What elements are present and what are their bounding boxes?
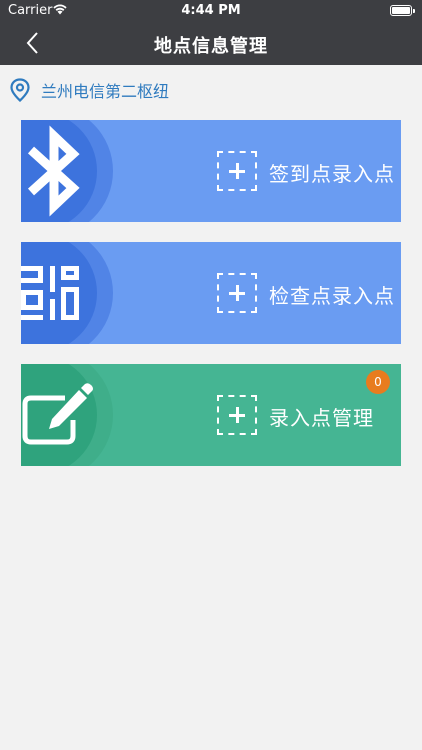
add-icon xyxy=(217,273,257,313)
add-icon xyxy=(217,395,257,435)
sign-in-point-entry-label: 签到点录入点 xyxy=(269,162,395,186)
entry-point-management-label: 录入点管理 xyxy=(269,406,374,430)
page-title: 地点信息管理 xyxy=(154,36,268,57)
navigation-bar: Carrier 4:44 PM 地点信息管理 xyxy=(0,0,422,65)
status-bar: Carrier 4:44 PM xyxy=(0,0,422,22)
edit-icon xyxy=(22,383,93,445)
qr-code-icon xyxy=(21,266,79,320)
location-pin-icon xyxy=(10,78,30,102)
count-badge: 0 xyxy=(366,370,390,394)
location-row: 兰州电信第二枢纽 xyxy=(0,65,422,111)
battery-icon xyxy=(390,5,415,16)
sign-in-point-entry-card[interactable]: 签到点录入点 xyxy=(21,120,401,222)
location-name: 兰州电信第二枢纽 xyxy=(41,82,170,101)
check-point-entry-card[interactable]: 检查点录入点 xyxy=(21,242,401,344)
status-time: 4:44 PM xyxy=(181,3,241,18)
entry-point-management-card[interactable]: 录入点管理 xyxy=(21,364,401,466)
bluetooth-icon xyxy=(27,125,80,217)
check-point-entry-label: 检查点录入点 xyxy=(269,284,395,308)
add-icon xyxy=(217,151,257,191)
